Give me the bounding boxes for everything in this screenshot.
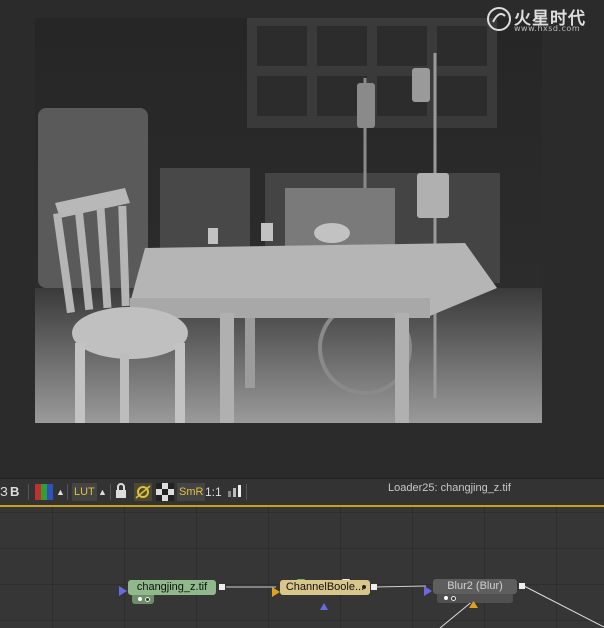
checker-background-icon[interactable]	[156, 483, 174, 501]
depth-render-image	[35, 18, 542, 423]
channels-dropdown-icon[interactable]: ▲	[56, 483, 65, 501]
flow-graph-panel[interactable]: changjing_z.tif ChannelBoole... Blur2 (B…	[0, 507, 604, 628]
viewer-toolbar: З B ▲ LUT ▲ SmR 1:1	[0, 478, 604, 505]
node-output-port[interactable]	[219, 584, 225, 590]
node-input-arrow-icon	[297, 571, 305, 586]
bold-button[interactable]: B	[10, 483, 19, 501]
node-output-port[interactable]	[371, 584, 377, 590]
lut-button[interactable]: LUT	[72, 483, 97, 501]
loader-node[interactable]: changjing_z.tif	[128, 580, 216, 595]
watermark-logo: 火星时代 www.hxsd.com	[486, 6, 598, 36]
toolbar-divider	[67, 484, 68, 500]
color-channels-button[interactable]	[34, 483, 56, 501]
viewer-status-label: Loader25: changjing_z.tif	[388, 482, 511, 494]
zoom-ratio-button[interactable]: 1:1	[205, 483, 222, 501]
watermark-url: www.hxsd.com	[514, 24, 581, 33]
flow-connections	[226, 585, 604, 628]
node-input-arrow-icon	[272, 582, 280, 597]
node-view-dot[interactable]	[362, 585, 366, 589]
hxsd-logo-icon	[487, 7, 511, 31]
blur-node[interactable]: Blur2 (Blur)	[433, 579, 517, 594]
lock-icon[interactable]	[115, 483, 129, 501]
toolbar-divider	[28, 484, 29, 500]
node-view-dot[interactable]	[145, 597, 150, 602]
node-footer	[132, 595, 154, 604]
node-view-dot[interactable]	[451, 596, 456, 601]
node-view-dot[interactable]	[444, 596, 448, 600]
image-viewer[interactable]: 火星时代 www.hxsd.com	[0, 0, 604, 478]
roi-target-icon[interactable]	[134, 483, 152, 501]
toolbar-fragment-glyph: З	[0, 484, 8, 499]
node-view-dot[interactable]	[138, 597, 142, 601]
toolbar-divider	[246, 484, 247, 500]
node-mask-arrow-icon	[469, 593, 478, 608]
node-input-arrow-icon	[320, 595, 328, 610]
node-input-arrow-icon	[342, 571, 350, 586]
smr-button[interactable]: SmR	[177, 483, 206, 501]
node-input-arrow-icon	[424, 581, 432, 596]
node-output-port[interactable]	[519, 583, 525, 589]
lut-dropdown-icon[interactable]: ▲	[98, 483, 107, 501]
node-input-arrow-icon	[119, 581, 127, 596]
channel-booleans-node[interactable]: ChannelBoole...	[280, 580, 370, 595]
view-level-icon[interactable]	[226, 483, 242, 501]
toolbar-divider	[110, 484, 111, 500]
